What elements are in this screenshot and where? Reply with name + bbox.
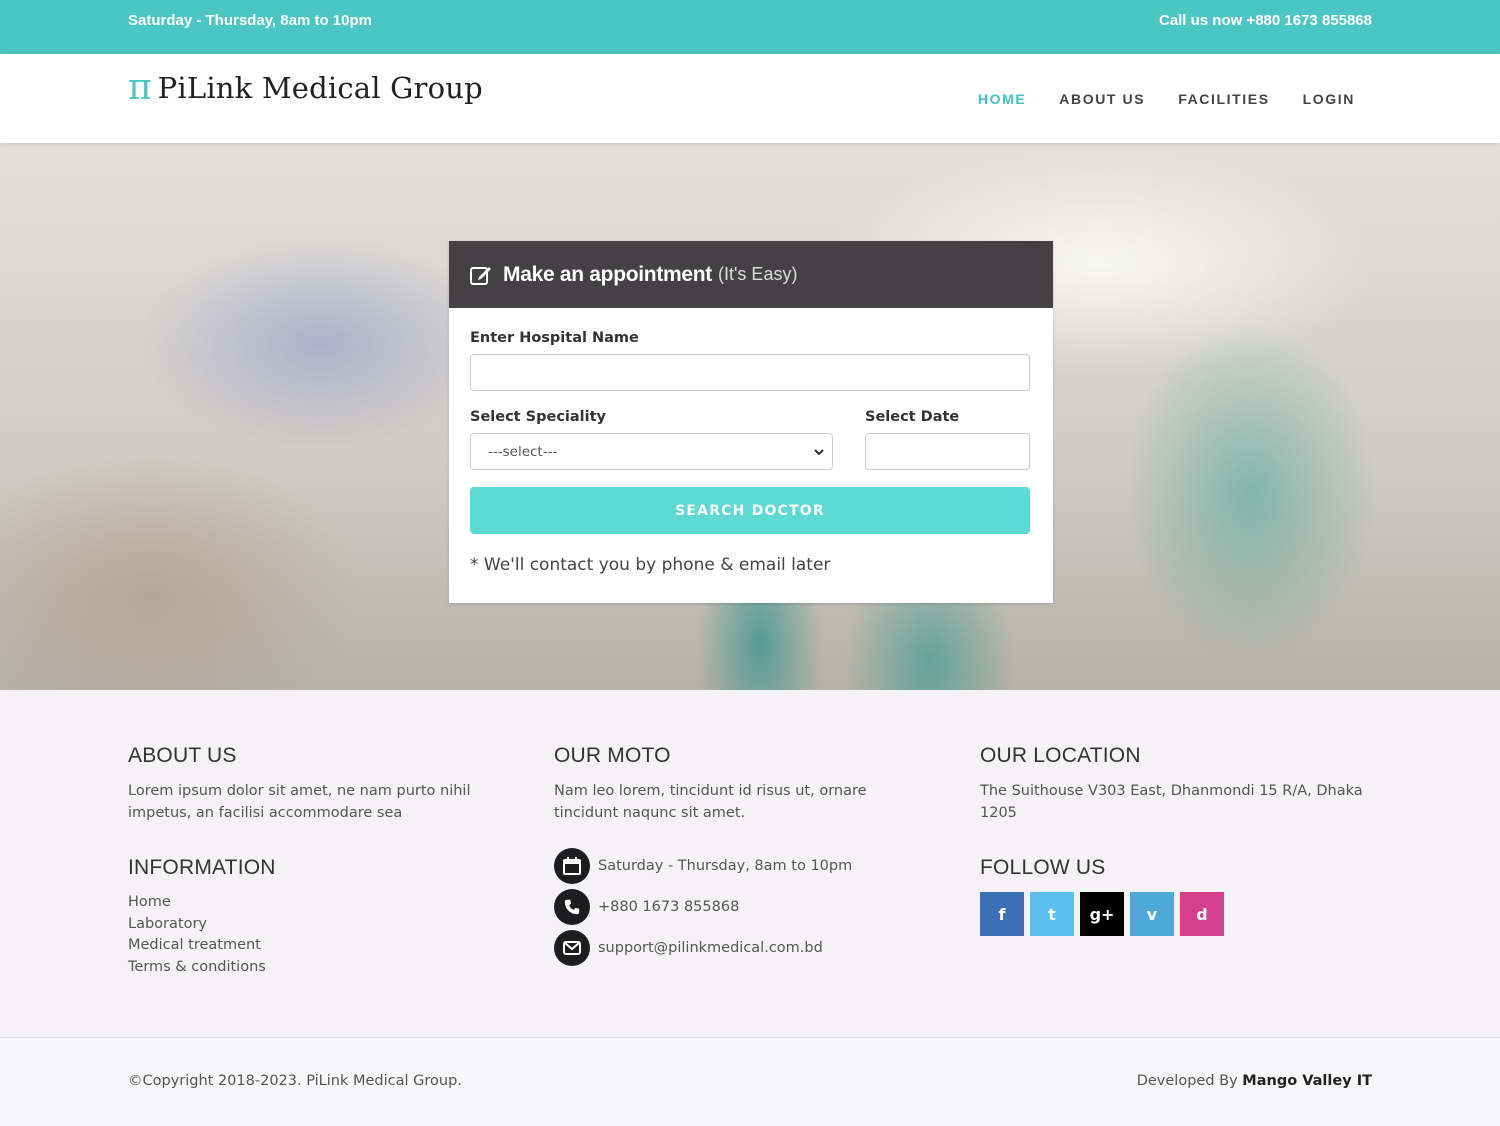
developer-name[interactable]: Mango Valley IT bbox=[1242, 1073, 1372, 1089]
brand-name: PiLink Medical Group bbox=[157, 71, 483, 105]
appointment-title: Make an appointment bbox=[503, 262, 712, 286]
moto-heading: OUR MOTO bbox=[554, 744, 671, 767]
information-heading: INFORMATION bbox=[128, 856, 276, 879]
info-link-laboratory[interactable]: Laboratory bbox=[128, 914, 478, 936]
social-links: f t g+ v d bbox=[980, 892, 1372, 936]
copyright-text: ©Copyright 2018-2023. PiLink Medical Gro… bbox=[128, 1073, 462, 1089]
hospital-name-input[interactable] bbox=[470, 354, 1030, 391]
nav-login[interactable]: LOGIN bbox=[1303, 91, 1355, 107]
nav-home[interactable]: HOME bbox=[978, 91, 1026, 107]
contact-phone-text[interactable]: +880 1673 855868 bbox=[598, 899, 739, 915]
developer-prefix: Developed By bbox=[1136, 1073, 1238, 1089]
hospital-name-label: Enter Hospital Name bbox=[470, 330, 639, 346]
location-heading: OUR LOCATION bbox=[980, 744, 1141, 767]
footer-col-moto: OUR MOTO Nam leo lorem, tincidunt id ris… bbox=[554, 744, 934, 971]
moto-text: Nam leo lorem, tincidunt id risus ut, or… bbox=[554, 783, 867, 821]
phone-icon bbox=[554, 889, 590, 925]
developer-credit: Developed By Mango Valley IT bbox=[1137, 1073, 1372, 1089]
about-heading: ABOUT US bbox=[128, 744, 237, 767]
top-info-bar: Saturday - Thursday, 8am to 10pm Call us… bbox=[0, 0, 1500, 54]
follow-heading: FOLLOW US bbox=[980, 856, 1106, 879]
copyright-bar: ©Copyright 2018-2023. PiLink Medical Gro… bbox=[0, 1037, 1500, 1126]
speciality-selected-value: ---select--- bbox=[488, 444, 558, 460]
envelope-icon bbox=[554, 930, 590, 966]
nav-facilities[interactable]: FACILITIES bbox=[1178, 91, 1269, 107]
vimeo-icon[interactable]: v bbox=[1130, 892, 1174, 936]
call-us-text[interactable]: Call us now +880 1673 855868 bbox=[1159, 12, 1372, 29]
search-doctor-button[interactable]: SEARCH DOCTOR bbox=[470, 487, 1030, 534]
pi-logo-icon: π bbox=[128, 67, 152, 108]
opening-hours: Saturday - Thursday, 8am to 10pm bbox=[128, 12, 372, 29]
contact-hours: Saturday - Thursday, 8am to 10pm bbox=[554, 848, 934, 884]
site-footer: ABOUT US Lorem ipsum dolor sit amet, ne … bbox=[0, 690, 1500, 1037]
nav-about-us[interactable]: ABOUT US bbox=[1059, 91, 1145, 107]
google-plus-icon[interactable]: g+ bbox=[1080, 892, 1124, 936]
facebook-icon[interactable]: f bbox=[980, 892, 1024, 936]
footer-col-about: ABOUT US Lorem ipsum dolor sit amet, ne … bbox=[128, 744, 478, 978]
appointment-subtitle: (It's Easy) bbox=[718, 264, 798, 284]
contact-email: support@pilinkmedical.com.bd bbox=[554, 930, 934, 966]
footer-col-location: OUR LOCATION The Suithouse V303 East, Dh… bbox=[980, 744, 1372, 936]
speciality-label: Select Speciality bbox=[470, 409, 606, 425]
contact-list: Saturday - Thursday, 8am to 10pm +880 16… bbox=[554, 848, 934, 966]
site-header: π PiLink Medical Group HOME ABOUT US FAC… bbox=[0, 54, 1500, 143]
contact-hours-text: Saturday - Thursday, 8am to 10pm bbox=[598, 858, 853, 874]
about-text: Lorem ipsum dolor sit amet, ne nam purto… bbox=[128, 783, 471, 821]
info-link-terms[interactable]: Terms & conditions bbox=[128, 957, 478, 979]
edit-icon bbox=[470, 266, 491, 285]
twitter-icon[interactable]: t bbox=[1030, 892, 1074, 936]
information-links: Home Laboratory Medical treatment Terms … bbox=[128, 892, 478, 978]
date-label: Select Date bbox=[865, 409, 960, 425]
chevron-down-icon bbox=[814, 449, 824, 456]
contact-email-text[interactable]: support@pilinkmedical.com.bd bbox=[598, 940, 823, 956]
calendar-icon bbox=[554, 848, 590, 884]
appointment-card-header: Make an appointment (It's Easy) bbox=[449, 241, 1053, 308]
site-logo[interactable]: π PiLink Medical Group bbox=[128, 70, 483, 106]
contact-phone: +880 1673 855868 bbox=[554, 889, 934, 925]
info-link-medical-treatment[interactable]: Medical treatment bbox=[128, 935, 478, 957]
date-input[interactable] bbox=[865, 433, 1030, 470]
speciality-select[interactable]: ---select--- bbox=[470, 433, 833, 470]
location-text: The Suithouse V303 East, Dhanmondi 15 R/… bbox=[980, 783, 1363, 821]
contact-note: * We'll contact you by phone & email lat… bbox=[470, 555, 831, 575]
appointment-card: Make an appointment (It's Easy) Enter Ho… bbox=[449, 241, 1053, 603]
info-link-home[interactable]: Home bbox=[128, 892, 478, 914]
main-nav: HOME ABOUT US FACILITIES LOGIN bbox=[978, 91, 1355, 107]
dribbble-icon[interactable]: d bbox=[1180, 892, 1224, 936]
